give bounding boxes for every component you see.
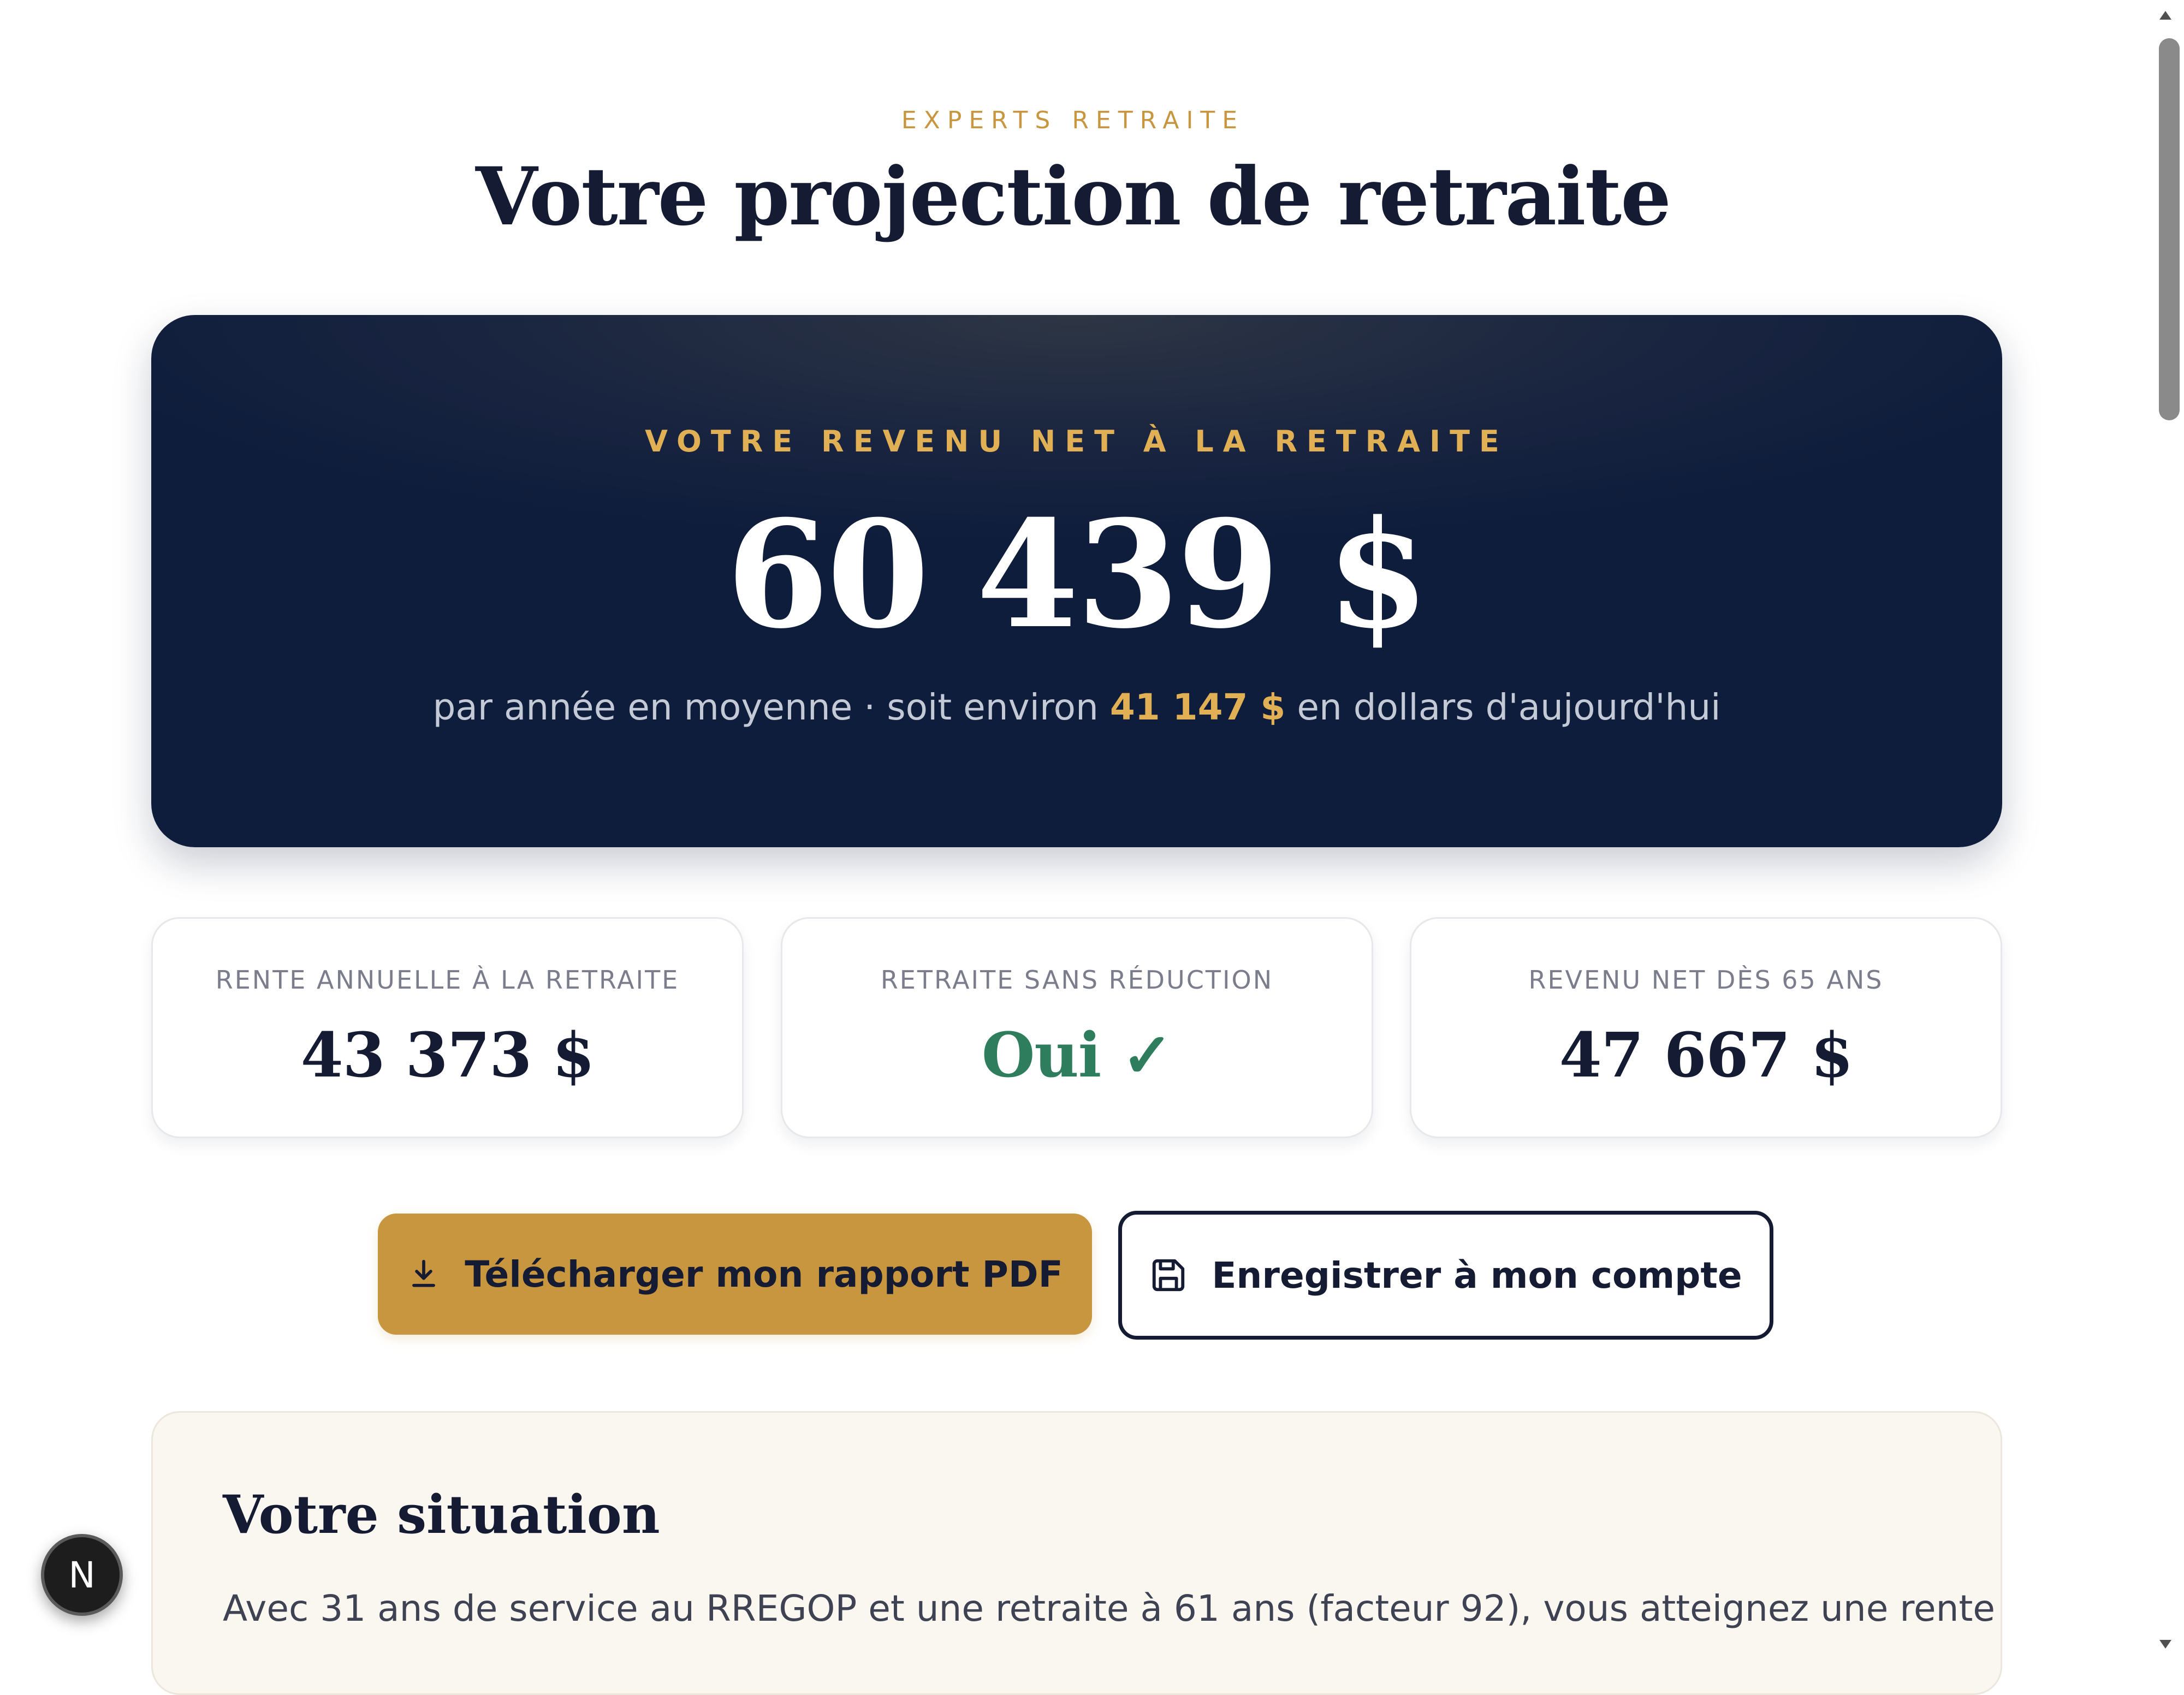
stat-value: 47 667 $ xyxy=(1559,1020,1854,1091)
vertical-scrollbar[interactable] xyxy=(2146,0,2184,1660)
stat-card-no-reduction: RETRAITE SANS RÉDUCTION Oui ✓ xyxy=(781,917,1373,1138)
scroll-down-arrow-icon[interactable] xyxy=(2159,1640,2171,1649)
scroll-up-arrow-icon[interactable] xyxy=(2159,11,2171,20)
results-page: EXPERTS RETRAITE Votre projection de ret… xyxy=(0,0,2146,1695)
stat-value: 43 373 $ xyxy=(300,1020,595,1091)
download-pdf-label: Télécharger mon rapport PDF xyxy=(465,1253,1063,1295)
stat-card-annual-pension: RENTE ANNUELLE À LA RETRAITE 43 373 $ xyxy=(151,917,744,1138)
stat-label: REVENU NET DÈS 65 ANS xyxy=(1528,965,1884,995)
brand-eyebrow: EXPERTS RETRAITE xyxy=(901,106,1245,134)
download-icon xyxy=(407,1257,441,1291)
hero-subtitle-suffix: en dollars d'aujourd'hui xyxy=(1285,686,1721,728)
hero-net-income-value: 60 439 $ xyxy=(726,487,1429,661)
hero-subtitle-prefix: par année en moyenne · soit environ xyxy=(432,686,1110,728)
stat-label: RETRAITE SANS RÉDUCTION xyxy=(880,965,1274,995)
situation-card: Votre situation Avec 31 ans de service a… xyxy=(151,1411,2002,1695)
stat-card-net-income-65: REVENU NET DÈS 65 ANS 47 667 $ xyxy=(1410,917,2002,1138)
dev-tools-badge[interactable]: N xyxy=(41,1534,123,1616)
save-to-account-label: Enregistrer à mon compte xyxy=(1212,1254,1742,1296)
hero-today-dollars: 41 147 $ xyxy=(1109,686,1286,728)
page-title: Votre projection de retraite xyxy=(476,150,1671,243)
download-pdf-button[interactable]: Télécharger mon rapport PDF xyxy=(378,1214,1092,1335)
net-income-hero-card: VOTRE REVENU NET À LA RETRAITE 60 439 $ … xyxy=(151,315,2002,847)
situation-text: Avec 31 ans de service au RREGOP et une … xyxy=(223,1587,1995,1629)
hero-label: VOTRE REVENU NET À LA RETRAITE xyxy=(645,424,1509,459)
save-to-account-button[interactable]: Enregistrer à mon compte xyxy=(1118,1211,1773,1340)
scroll-thumb[interactable] xyxy=(2159,38,2180,420)
situation-title: Votre situation xyxy=(223,1484,660,1545)
stat-value: Oui ✓ xyxy=(981,1020,1173,1091)
stat-label: RENTE ANNUELLE À LA RETRAITE xyxy=(215,965,680,995)
hero-subtitle: par année en moyenne · soit environ 41 1… xyxy=(151,686,2002,728)
floppy-disk-icon xyxy=(1149,1256,1188,1294)
